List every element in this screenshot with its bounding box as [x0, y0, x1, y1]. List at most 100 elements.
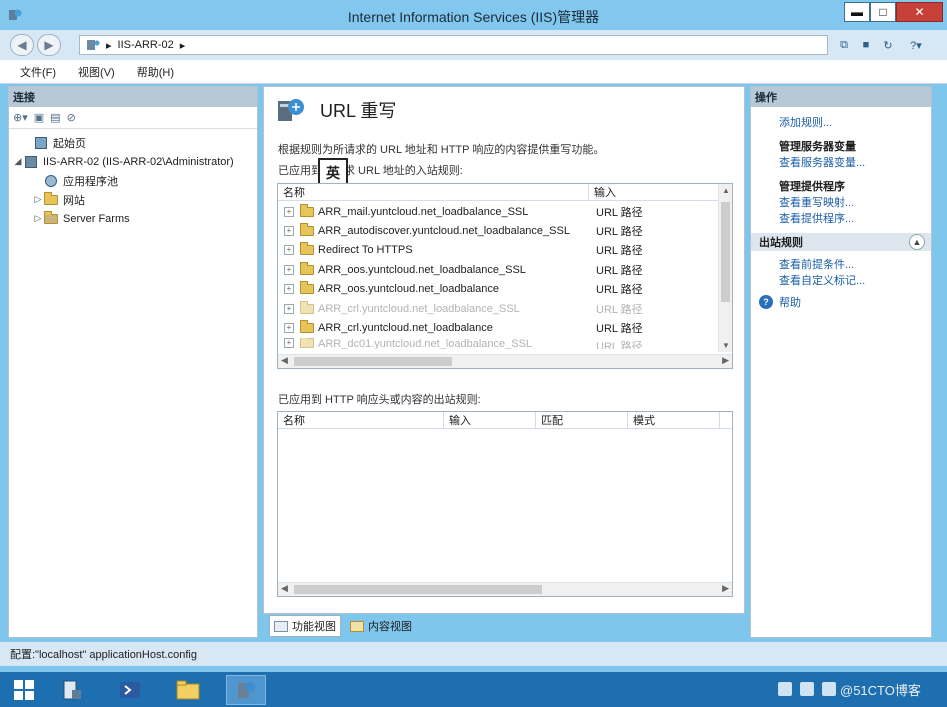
table-row[interactable]: + ARR_oos.yuntcloud.net_loadbalance URL …	[278, 280, 718, 299]
collapse-up-icon[interactable]: ▲	[909, 234, 925, 250]
expand-plus-icon[interactable]: +	[284, 264, 294, 275]
table-row-disabled[interactable]: + ARR_dc01.yuntcloud.net_loadbalance_SSL…	[278, 337, 718, 349]
scroll-left-icon[interactable]: ◀	[281, 583, 288, 594]
connections-header: 连接	[9, 87, 257, 107]
view-preconditions-link[interactable]: 查看前提条件...	[751, 257, 931, 273]
save-icon[interactable]: ▣	[34, 111, 44, 124]
inbound-rules-grid[interactable]: 名称 输入 + ARR_mail.yuntcloud.net_loadbalan…	[277, 183, 733, 369]
expand-plus-icon[interactable]: +	[284, 323, 294, 334]
back-button[interactable]: ◀	[10, 34, 34, 56]
expand-plus-icon[interactable]: +	[284, 245, 294, 256]
expand-plus-icon[interactable]: +	[284, 206, 294, 217]
disconnect-icon[interactable]: ▤	[50, 111, 60, 124]
address-bar[interactable]: ▸ IIS-ARR-02 ▸	[79, 35, 828, 55]
tree-item-start-page[interactable]: 起始页	[9, 133, 257, 152]
taskbar-server-manager[interactable]	[52, 675, 92, 705]
help-link[interactable]: ? 帮助	[751, 293, 931, 311]
outbound-rules-grid[interactable]: 名称 输入 匹配 模式 ◀ ▶	[277, 411, 733, 597]
table-row[interactable]: + ARR_crl.yuntcloud.net_loadbalance URL …	[278, 318, 718, 337]
tree-item-sites[interactable]: ▷ 网站	[9, 190, 257, 209]
inbound-horizontal-scrollbar[interactable]: ◀ ▶	[278, 354, 732, 368]
minimize-button[interactable]: ▬	[844, 2, 870, 22]
tree-item-app-pools[interactable]: 应用程序池	[9, 171, 257, 190]
expand-plus-icon[interactable]: +	[284, 284, 294, 295]
outbound-rules-section: 出站规则 ▲	[751, 233, 931, 251]
column-header-pattern[interactable]: 模式	[628, 412, 720, 428]
add-rule-link[interactable]: 添加规则...	[751, 115, 931, 131]
scroll-left-icon[interactable]: ◀	[281, 355, 288, 366]
expand-plus-icon[interactable]: +	[284, 226, 294, 237]
breadcrumb-arrow[interactable]: ▸	[180, 39, 186, 52]
windows-logo-icon	[14, 680, 34, 700]
taskbar	[0, 672, 947, 707]
scroll-thumb[interactable]	[721, 202, 730, 302]
breadcrumb-server[interactable]: IIS-ARR-02	[118, 39, 174, 51]
connect-icon[interactable]: ⊕▾	[13, 111, 28, 124]
connections-panel: 连接 ⊕▾ ▣ ▤ ⊘ 起始页 ◢ IIS-ARR-02 (IIS-ARR-02…	[8, 86, 258, 638]
scroll-up-icon[interactable]: ▲	[719, 186, 733, 195]
table-row[interactable]: + Redirect To HTTPS URL 路径	[278, 241, 718, 260]
taskbar-explorer[interactable]	[168, 675, 208, 705]
scroll-right-icon[interactable]: ▶	[722, 355, 729, 366]
remove-connection-icon[interactable]: ⊘	[67, 111, 76, 124]
column-header-name[interactable]: 名称	[278, 184, 589, 200]
rule-folder-icon	[300, 300, 314, 314]
column-header-input[interactable]: 输入	[444, 412, 536, 428]
stop-icon[interactable]: ■	[858, 37, 874, 53]
expand-arrow-icon[interactable]: ▷	[33, 213, 43, 224]
taskbar-powershell[interactable]	[110, 675, 150, 705]
sites-icon	[43, 191, 59, 207]
view-rewrite-maps-link[interactable]: 查看重写映射...	[751, 195, 931, 211]
column-header-name[interactable]: 名称	[278, 412, 444, 428]
forward-button[interactable]: ▶	[37, 34, 61, 56]
menu-help[interactable]: 帮助(H)	[137, 64, 174, 80]
refresh-icon[interactable]: ↻	[880, 37, 896, 53]
volume-tray-icon[interactable]	[822, 682, 836, 696]
features-view-icon	[274, 620, 288, 632]
scroll-right-icon[interactable]: ▶	[722, 583, 729, 594]
tab-features-view[interactable]: 功能视图	[269, 615, 341, 637]
view-server-variables-link[interactable]: 查看服务器变量...	[751, 155, 931, 171]
network-icon[interactable]: ⧉	[836, 37, 852, 53]
menu-file[interactable]: 文件(F)	[20, 64, 56, 80]
column-header-input[interactable]: 输入	[589, 184, 719, 200]
status-bar: 配置:"localhost" applicationHost.config	[0, 642, 947, 666]
table-row[interactable]: + ARR_mail.yuntcloud.net_loadbalance_SSL…	[278, 202, 718, 221]
collapse-arrow-icon[interactable]: ◢	[13, 156, 23, 167]
window-title: Internet Information Services (IIS)管理器	[347, 9, 600, 25]
actions-panel: 操作 添加规则... 管理服务器变量 查看服务器变量... 管理提供程序 查看重…	[750, 86, 932, 638]
expand-plus-icon[interactable]: +	[284, 303, 294, 314]
scroll-down-icon[interactable]: ▼	[719, 341, 733, 350]
tab-content-view[interactable]: 内容视图	[345, 615, 417, 637]
scroll-thumb[interactable]	[294, 585, 542, 594]
help-dropdown-icon[interactable]: ?▾	[902, 37, 930, 53]
start-button[interactable]	[4, 675, 44, 705]
network-tray-icon[interactable]	[778, 682, 792, 696]
server-variables-group: 管理服务器变量	[779, 141, 856, 153]
connections-toolbar: ⊕▾ ▣ ▤ ⊘	[9, 107, 257, 129]
view-custom-tags-link[interactable]: 查看自定义标记...	[751, 273, 931, 289]
url-rewrite-icon	[278, 99, 304, 121]
column-header-match[interactable]: 匹配	[536, 412, 628, 428]
menu-view[interactable]: 视图(V)	[78, 64, 115, 80]
table-row-disabled[interactable]: + ARR_crl.yuntcloud.net_loadbalance_SSL …	[278, 299, 718, 318]
tree-item-server[interactable]: ◢ IIS-ARR-02 (IIS-ARR-02\Administrator)	[9, 152, 257, 171]
flag-tray-icon[interactable]	[800, 682, 814, 696]
rule-folder-icon	[300, 281, 314, 295]
feature-header: URL 重写	[276, 95, 396, 125]
close-button[interactable]: ✕	[896, 2, 943, 22]
tree-item-server-farms[interactable]: ▷ Server Farms	[9, 209, 257, 228]
table-row[interactable]: + ARR_autodiscover.yuntcloud.net_loadbal…	[278, 221, 718, 240]
expand-arrow-icon[interactable]: ▷	[33, 194, 43, 205]
scroll-thumb[interactable]	[294, 357, 452, 366]
maximize-button[interactable]: □	[870, 2, 896, 22]
taskbar-iis-manager[interactable]	[226, 675, 266, 705]
expand-plus-icon[interactable]: +	[284, 337, 294, 348]
table-row[interactable]: + ARR_oos.yuntcloud.net_loadbalance_SSL …	[278, 260, 718, 279]
feature-description: 根据规则为所请求的 URL 地址和 HTTP 响应的内容提供重写功能。	[278, 144, 605, 156]
inbound-vertical-scrollbar[interactable]: ▲ ▼	[718, 184, 732, 352]
view-tabs: 功能视图 内容视图	[263, 614, 745, 638]
view-providers-link[interactable]: 查看提供程序...	[751, 211, 931, 227]
outbound-horizontal-scrollbar[interactable]: ◀ ▶	[278, 582, 732, 596]
server-icon	[23, 155, 39, 169]
